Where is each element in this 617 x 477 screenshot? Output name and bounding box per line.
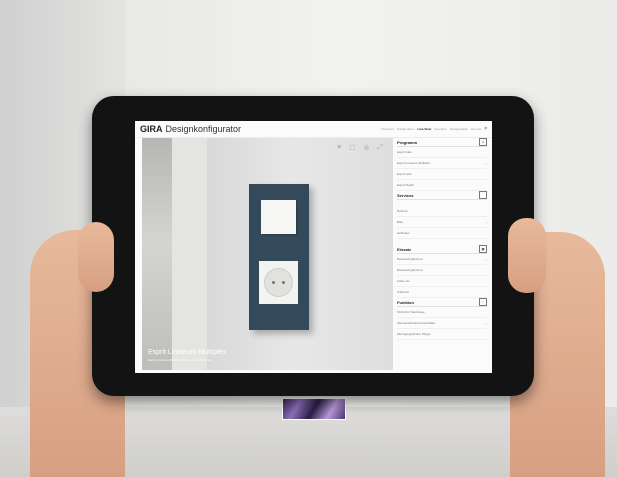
stage-caption: Esprit Linoleum-Multiplex Esprit Linoleu… — [148, 349, 226, 362]
list-item-label: Reinweiß glänzend — [397, 268, 423, 272]
list-item[interactable]: Farbe alu — [397, 276, 487, 287]
config-panel: Programm ∞ Esprit Glas Esprit Linoleum-M… — [397, 138, 487, 370]
list-item[interactable]: Reinweiß glänzend — [397, 265, 487, 276]
tablet: GIRA Designkonfigurator Übersicht Konfig… — [92, 96, 534, 396]
list-item-label: Hellbraun — [397, 231, 410, 235]
section-title-text: Services — [397, 192, 414, 198]
section-title: Funktion ○ — [397, 298, 487, 307]
grid-icon[interactable]: ▦ — [479, 245, 487, 253]
socket-pin — [272, 281, 275, 284]
section-title: Programm ∞ — [397, 138, 487, 147]
list-item[interactable]: Anthrazit — [397, 287, 487, 298]
product-title: Esprit Linoleum-Multiplex — [148, 349, 227, 356]
switch-frame — [249, 184, 309, 330]
room-photo — [142, 138, 207, 370]
room-wall — [172, 138, 207, 370]
list-item-label: Wechselschalter/Ausschalter — [397, 321, 436, 325]
stage-toolbar: ♥ ☐ ⊕ ⤢ — [337, 144, 383, 152]
list-item-label: Anthrazit — [397, 290, 409, 294]
list-item[interactable]: Mehrgangschalter Wippe — [397, 329, 487, 340]
list-item-label: Esprit Linoleum-Multiplex — [397, 161, 431, 165]
square-icon[interactable] — [479, 191, 487, 199]
nav-toggle[interactable]: Ein aus — [471, 127, 481, 131]
list-item[interactable]: Blau › — [397, 217, 487, 228]
list-item-label: Farbe alu — [397, 279, 410, 283]
section-title-text: Funktion — [397, 299, 414, 305]
link-icon[interactable]: ∞ — [479, 138, 487, 146]
list-item[interactable]: Reinweiß glänzend › — [397, 254, 487, 265]
list-item[interactable]: Esprit Glas — [397, 147, 487, 158]
list-item[interactable]: Esprit Linoleum-Multiplex › — [397, 158, 487, 169]
list-item[interactable]: Wechselschalter/Ausschalter › — [397, 318, 487, 329]
nav-design-palette[interactable]: Designpalette — [450, 127, 468, 131]
nav-overview[interactable]: Übersicht — [381, 127, 394, 131]
document-icon[interactable]: ☐ — [349, 144, 355, 152]
close-icon[interactable]: × — [484, 126, 487, 132]
section-funktion: Funktion ○ SCHUKO Steckdose Wechselschal… — [397, 298, 487, 340]
section-einsatz: Einsatz ▦ Reinweiß glänzend › Reinweiß gl… — [397, 245, 487, 298]
list-item[interactable]: Esprit Metall — [397, 180, 487, 191]
live-view-stage: ♥ ☐ ⊕ ⤢ Esprit Linoleum-Multiplex Esprit… — [142, 138, 393, 370]
section-title: Einsatz ▦ — [397, 245, 487, 254]
chevron-right-icon: › — [485, 256, 487, 262]
nav-live-view[interactable]: Live-View — [417, 127, 431, 131]
list-item-label: Blau — [397, 220, 404, 224]
app-title: Designkonfigurator — [165, 124, 242, 134]
heart-icon[interactable]: ♥ — [337, 144, 341, 152]
fullscreen-icon[interactable]: ⤢ — [377, 144, 383, 152]
right-thumb — [508, 218, 546, 293]
socket-pin — [282, 281, 285, 284]
light-switch-rocker — [261, 200, 296, 234]
zoom-icon[interactable]: ⊕ — [364, 144, 370, 152]
brand-logo: GIRA — [140, 124, 163, 134]
power-socket — [259, 261, 298, 304]
section-programm: Programm ∞ Esprit Glas Esprit Linoleum-M… — [397, 138, 487, 191]
list-item-label: SCHUKO Steckdose — [397, 310, 425, 314]
list-item[interactable]: Rahmen — [397, 206, 487, 217]
section-title-text: Programm — [397, 139, 418, 145]
nav-configuration[interactable]: Konfiguration — [397, 127, 415, 131]
chevron-right-icon: › — [485, 320, 487, 326]
left-thumb — [78, 222, 114, 292]
purple-sticker — [282, 398, 346, 420]
product-subtitle: Esprit Linoleum-Multiplex Anthrazit Dunk… — [148, 358, 212, 362]
list-item-label: Mehrgangschalter Wippe — [397, 332, 431, 336]
socket-insert — [264, 268, 293, 297]
list-item-label: Reinweiß glänzend — [397, 257, 423, 261]
tablet-screen: GIRA Designkonfigurator Übersicht Konfig… — [135, 121, 492, 373]
chevron-right-icon: › — [485, 160, 487, 166]
circle-icon[interactable]: ○ — [479, 298, 487, 306]
chevron-right-icon: › — [485, 219, 487, 225]
section-title-text: Einsatz — [397, 246, 412, 252]
list-item-label: Esprit Metall — [397, 183, 414, 187]
list-item[interactable]: Hellbraun — [397, 228, 487, 239]
background-photo: GIRA Designkonfigurator Übersicht Konfig… — [0, 0, 617, 477]
list-item-label: Esprit Glas — [397, 150, 412, 154]
app-header: GIRA Designkonfigurator Übersicht Konfig… — [135, 121, 492, 138]
list-item[interactable]: SCHUKO Steckdose — [397, 307, 487, 318]
nav-favorites[interactable]: Favoriten — [434, 127, 447, 131]
list-item-label: Esprit Holz — [397, 172, 412, 176]
list-item-label: Rahmen — [397, 209, 409, 213]
list-item[interactable]: Esprit Holz — [397, 169, 487, 180]
section-services: Services Rahmen Blau › Hellbraun — [397, 191, 487, 239]
top-nav: Übersicht Konfiguration Live-View Favori… — [381, 126, 487, 132]
section-title: Services — [397, 191, 487, 200]
